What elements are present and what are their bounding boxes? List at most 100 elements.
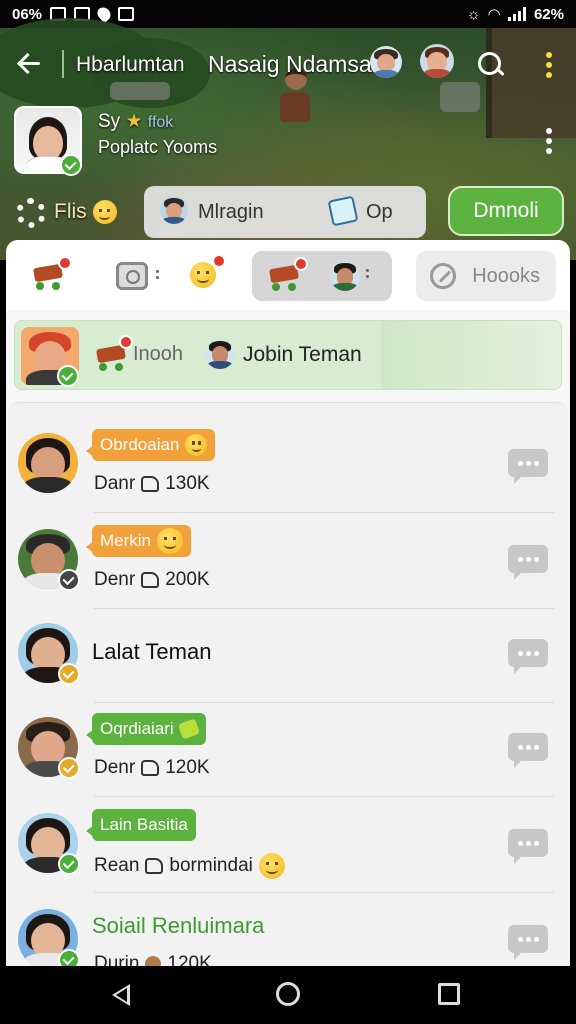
signal-icon xyxy=(507,7,526,21)
hooks-button-label: Hoooks xyxy=(472,264,540,287)
system-nav-bar xyxy=(0,966,576,1024)
item-meta: Rean bormindai xyxy=(94,853,285,879)
friend-avatar-1[interactable] xyxy=(370,46,402,78)
meta-prefix: Rean xyxy=(94,855,140,876)
notification-badge xyxy=(212,254,226,268)
star-icon: ★ xyxy=(125,111,143,132)
meta-prefix: Danr xyxy=(94,473,136,494)
list-item[interactable]: Soiail Renluimara Durin 120K xyxy=(8,893,568,966)
status-tag: Lain Basitia xyxy=(86,809,196,841)
verified-check-icon xyxy=(57,365,79,387)
battery-text: 62% xyxy=(533,5,564,23)
emoji-icon[interactable] xyxy=(190,262,216,288)
friend-bar-label-1: Inooh xyxy=(133,343,184,365)
avatar[interactable] xyxy=(18,813,80,875)
meta-value: 200K xyxy=(165,569,210,590)
tab-avatar xyxy=(330,261,360,291)
like-icon xyxy=(141,476,160,492)
back-arrow-icon[interactable] xyxy=(16,50,44,78)
more-dots-icon xyxy=(366,269,369,278)
filter-label-text: Flis xyxy=(54,200,87,223)
profile-line-1-prefix: Sy xyxy=(98,111,121,132)
friend-avatar-2[interactable] xyxy=(420,44,454,78)
avatar[interactable] xyxy=(18,433,78,493)
notification-badge xyxy=(119,335,133,349)
main-panel: Hoooks Inooh Jobin Teman Obrdoaian Danr 1… xyxy=(6,240,570,966)
chat-icon[interactable] xyxy=(508,639,548,674)
status-check-icon xyxy=(58,663,80,685)
friend-bar-label-2: Jobin Teman xyxy=(243,343,362,366)
page-subtitle: Nasaig Ndamsai xyxy=(208,51,377,77)
smiley-icon xyxy=(258,853,285,879)
search-icon[interactable] xyxy=(476,50,506,80)
nav-recents-icon[interactable] xyxy=(438,983,460,1005)
status-tag-text: Obrdoaian xyxy=(100,435,180,454)
avatar[interactable] xyxy=(18,529,80,591)
primary-action-button[interactable]: Dmnoli xyxy=(448,186,564,236)
hooks-button[interactable]: Hoooks xyxy=(416,251,556,301)
status-tag-text: Lain Basitia xyxy=(100,815,188,834)
chat-icon[interactable] xyxy=(508,733,548,768)
chat-icon[interactable] xyxy=(508,829,548,864)
status-right: ☼ ◠ 62% xyxy=(466,5,564,24)
status-tag: Merkin xyxy=(85,525,192,557)
friend-bar-avatar-small xyxy=(205,339,235,369)
like-icon xyxy=(141,760,160,776)
list-item[interactable]: Merkin Denr 200K xyxy=(8,513,568,609)
gear-icon[interactable] xyxy=(16,198,46,228)
avatar[interactable] xyxy=(18,717,80,779)
list-item[interactable]: Obrdoaian Danr 130K xyxy=(8,417,568,513)
list-item[interactable]: Lalat Teman xyxy=(8,607,568,703)
meta-prefix: Durin xyxy=(94,953,140,966)
list-item[interactable]: Oqrdiaiari Denr 120K xyxy=(8,701,568,797)
item-meta: Durin 120K xyxy=(94,953,212,966)
like-icon xyxy=(141,572,160,588)
avatar[interactable] xyxy=(18,623,80,685)
smiley-icon xyxy=(92,200,117,225)
smiley-icon xyxy=(157,528,184,554)
chat-icon[interactable] xyxy=(508,925,548,960)
cart-icon xyxy=(268,257,308,291)
avatar[interactable] xyxy=(18,909,80,966)
chat-icon[interactable] xyxy=(508,545,548,580)
page-title: Hbarlumtan xyxy=(76,53,185,76)
like-icon xyxy=(145,858,164,874)
friend-bar[interactable]: Inooh Jobin Teman xyxy=(14,320,562,390)
avatar-icon xyxy=(145,956,162,966)
leaf-icon xyxy=(177,718,200,740)
smiley-icon xyxy=(185,434,208,456)
segment-right-label[interactable]: Op xyxy=(366,201,393,224)
status-check-icon xyxy=(58,757,80,779)
segment-control[interactable]: Mlragin Op xyxy=(144,186,426,238)
filter-label[interactable]: Flis xyxy=(54,200,117,225)
profile-line-2: Poplatc Yooms xyxy=(98,137,218,157)
item-meta: Danr 130K xyxy=(94,473,210,495)
segment-left-label[interactable]: Mlragin xyxy=(198,201,264,224)
item-meta: Denr 120K xyxy=(94,757,210,779)
list-item-title: Lalat Teman xyxy=(92,639,212,664)
camera-icon[interactable] xyxy=(116,262,148,290)
notification-badge xyxy=(58,256,72,270)
meta-value: 130K xyxy=(165,473,210,494)
nav-home-icon[interactable] xyxy=(276,982,300,1006)
separator-dots-icon xyxy=(156,270,159,279)
status-tag-text: Oqrdiaiari xyxy=(100,719,174,738)
list-item[interactable]: Lain Basitia Rean bormindai xyxy=(8,797,568,893)
divider xyxy=(62,50,64,78)
profile-line-1: Sy ★ ffok xyxy=(98,110,173,133)
alarm-icon: ☼ xyxy=(466,5,481,23)
more-menu-icon[interactable] xyxy=(546,52,552,78)
nav-back-icon[interactable] xyxy=(112,984,130,1006)
cart-icon xyxy=(95,335,133,371)
meta-prefix: Denr xyxy=(94,757,136,778)
notification-badge xyxy=(294,257,308,271)
chat-icon[interactable] xyxy=(508,449,548,484)
profile-more-icon[interactable] xyxy=(546,128,552,154)
status-tag: Oqrdiaiari xyxy=(86,713,206,745)
cart-icon[interactable] xyxy=(32,256,72,290)
selected-tab-group[interactable] xyxy=(252,251,392,301)
profile-avatar[interactable] xyxy=(14,106,82,176)
item-meta: Denr 200K xyxy=(94,569,210,591)
meta-value: 120K xyxy=(167,953,212,966)
wifi-icon: ◠ xyxy=(488,6,500,23)
